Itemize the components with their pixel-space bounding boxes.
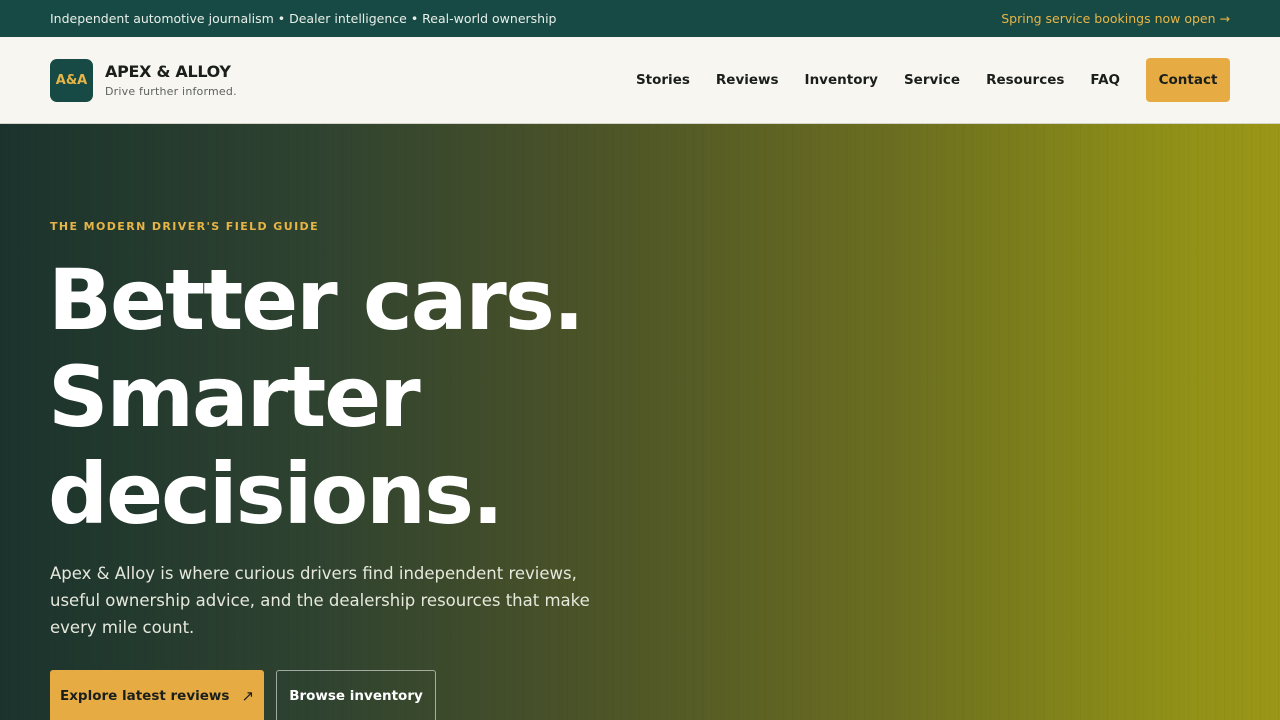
headline-line: Smarter <box>48 348 421 446</box>
nav-item-stories[interactable]: Stories <box>636 72 690 88</box>
nav-item-service[interactable]: Service <box>904 72 960 88</box>
main-nav: Stories Reviews Inventory Service Resour… <box>636 58 1230 102</box>
announcement-bar: Independent automotive journalism • Deal… <box>0 0 1280 37</box>
contact-button[interactable]: Contact <box>1146 58 1230 102</box>
nav-item-faq[interactable]: FAQ <box>1090 72 1120 88</box>
brand-text: APEX & ALLOY Drive further informed. <box>105 62 237 98</box>
hero-headline: Better cars. Smarter decisions. <box>48 251 585 543</box>
headline-line: decisions. <box>48 445 504 543</box>
explore-reviews-button[interactable]: Explore latest reviews ↗ <box>50 670 264 720</box>
site-header: A&A APEX & ALLOY Drive further informed.… <box>0 37 1280 124</box>
announcement-tagline: Independent automotive journalism • Deal… <box>50 11 557 26</box>
brand-name: APEX & ALLOY <box>105 62 231 81</box>
hero-eyebrow: THE MODERN DRIVER'S FIELD GUIDE <box>50 220 320 233</box>
nav-item-reviews[interactable]: Reviews <box>716 72 779 88</box>
headline-line: Better cars. <box>48 251 585 349</box>
hero-description: Apex & Alloy is where curious drivers fi… <box>50 564 590 637</box>
brand-logo-icon: A&A <box>50 58 93 102</box>
explore-reviews-label: Explore latest reviews <box>59 688 230 704</box>
brand-tagline: Drive further informed. <box>105 85 237 98</box>
hero-section: THE MODERN DRIVER'S FIELD GUIDE Better c… <box>0 124 1280 720</box>
nav-item-resources[interactable]: Resources <box>986 72 1064 88</box>
nav-item-inventory[interactable]: Inventory <box>805 72 878 88</box>
browse-inventory-button[interactable]: Browse inventory <box>276 670 436 720</box>
arrow-up-right-icon: ↗ <box>241 687 255 705</box>
brand-home-link[interactable]: A&A APEX & ALLOY Drive further informed. <box>50 58 237 102</box>
service-booking-link[interactable]: Spring service bookings now open → <box>1001 11 1230 26</box>
